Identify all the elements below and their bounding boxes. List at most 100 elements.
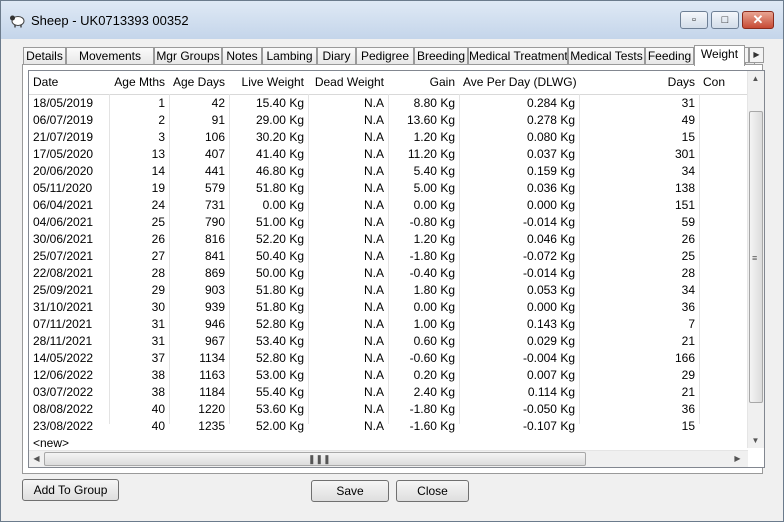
- cell-col-age-mths[interactable]: 14: [109, 163, 169, 180]
- cell-col-date[interactable]: 25/09/2021: [29, 282, 109, 299]
- cell-col-dead-weight[interactable]: N.A: [308, 282, 388, 299]
- header-col-live-weight[interactable]: Live Weight: [229, 71, 308, 94]
- tab-lambing[interactable]: Lambing: [262, 47, 317, 65]
- cell-col-gain[interactable]: 8.80 Kg: [388, 95, 459, 112]
- cell-col-dead-weight[interactable]: N.A: [308, 248, 388, 265]
- cell-col-age-mths[interactable]: 19: [109, 180, 169, 197]
- cell-col-live-weight[interactable]: 51.80 Kg: [229, 299, 308, 316]
- cell-col-ave-per-day[interactable]: 0.080 Kg: [459, 129, 579, 146]
- cell-col-date[interactable]: 22/08/2021: [29, 265, 109, 282]
- cell-col-gain[interactable]: 0.00 Kg: [388, 299, 459, 316]
- cell-col-dead-weight[interactable]: N.A: [308, 214, 388, 231]
- cell-col-age-mths[interactable]: 13: [109, 146, 169, 163]
- cell-col-ave-per-day[interactable]: 0.284 Kg: [459, 95, 579, 112]
- cell-col-date[interactable]: 06/04/2021: [29, 197, 109, 214]
- cell-col-age-days[interactable]: 1184: [169, 384, 229, 401]
- cell-col-dead-weight[interactable]: N.A: [308, 180, 388, 197]
- cell-col-age-mths[interactable]: 26: [109, 231, 169, 248]
- table-row[interactable]: 06/07/2019 2 91 29.00 Kg N.A 13.60 Kg 0.278 Kg…: [29, 112, 749, 129]
- cell-col-days[interactable]: 151: [579, 197, 699, 214]
- cell-col-days[interactable]: 31: [579, 95, 699, 112]
- cell-col-days[interactable]: 26: [579, 231, 699, 248]
- table-row[interactable]: 04/06/2021 25 790 51.00 Kg N.A -0.80 Kg -0.014…: [29, 214, 749, 231]
- table-row[interactable]: 30/06/2021 26 816 52.20 Kg N.A 1.20 Kg 0.046 K…: [29, 231, 749, 248]
- cell-col-days[interactable]: 21: [579, 333, 699, 350]
- cell-col-gain[interactable]: -1.60 Kg: [388, 418, 459, 435]
- cell-col-gain[interactable]: -1.80 Kg: [388, 248, 459, 265]
- cell-col-age-mths[interactable]: 2: [109, 112, 169, 129]
- cell-col-ave-per-day[interactable]: -0.014 Kg: [459, 214, 579, 231]
- maximize-button[interactable]: □: [711, 11, 739, 29]
- table-row[interactable]: 25/07/2021 27 841 50.40 Kg N.A -1.80 Kg -0.072…: [29, 248, 749, 265]
- cell-col-days[interactable]: 15: [579, 129, 699, 146]
- cell-col-live-weight[interactable]: 0.00 Kg: [229, 197, 308, 214]
- cell-col-live-weight[interactable]: 51.80 Kg: [229, 180, 308, 197]
- cell-col-dead-weight[interactable]: N.A: [308, 401, 388, 418]
- cell-col-date[interactable]: 25/07/2021: [29, 248, 109, 265]
- table-row[interactable]: 25/09/2021 29 903 51.80 Kg N.A 1.80 Kg 0.053 K…: [29, 282, 749, 299]
- weight-grid[interactable]: Date Age Mths Age Days Live Weight Dead Weig…: [28, 70, 765, 468]
- table-row[interactable]: 21/07/2019 3 106 30.20 Kg N.A 1.20 Kg 0.080 Kg…: [29, 129, 749, 146]
- cell-col-live-weight[interactable]: 52.80 Kg: [229, 350, 308, 367]
- cell-col-date[interactable]: 08/08/2022: [29, 401, 109, 418]
- table-row[interactable]: 20/06/2020 14 441 46.80 Kg N.A 5.40 Kg 0.159 K…: [29, 163, 749, 180]
- cell-col-age-mths[interactable]: 38: [109, 367, 169, 384]
- tab-mgr-groups[interactable]: Mgr Groups: [154, 47, 222, 65]
- cell-col-days[interactable]: 21: [579, 384, 699, 401]
- tab-feeding[interactable]: Feeding: [645, 47, 694, 65]
- scroll-up-icon[interactable]: ▲: [748, 71, 763, 86]
- cell-col-age-mths[interactable]: 30: [109, 299, 169, 316]
- cell-col-age-mths[interactable]: 24: [109, 197, 169, 214]
- title-bar[interactable]: Sheep - UK0713393 00352 ▫ □ ✕: [1, 1, 783, 39]
- minimize-button[interactable]: ▫: [680, 11, 708, 29]
- header-col-ave-per-day[interactable]: Ave Per Day (DLWG): [459, 71, 579, 94]
- cell-col-date[interactable]: 30/06/2021: [29, 231, 109, 248]
- tab-medical-treatment[interactable]: Medical Treatment: [468, 47, 568, 65]
- cell-col-ave-per-day[interactable]: 0.007 Kg: [459, 367, 579, 384]
- cell-col-age-mths[interactable]: 40: [109, 401, 169, 418]
- cell-col-ave-per-day[interactable]: 0.036 Kg: [459, 180, 579, 197]
- cell-col-days[interactable]: 301: [579, 146, 699, 163]
- cell-col-dead-weight[interactable]: N.A: [308, 299, 388, 316]
- cell-col-age-days[interactable]: 1163: [169, 367, 229, 384]
- cell-col-ave-per-day[interactable]: -0.072 Kg: [459, 248, 579, 265]
- cell-col-age-mths[interactable]: 40: [109, 418, 169, 435]
- cell-col-live-weight[interactable]: 52.00 Kg: [229, 418, 308, 435]
- cell-col-date[interactable]: 07/11/2021: [29, 316, 109, 333]
- cell-col-days[interactable]: 36: [579, 401, 699, 418]
- cell-col-ave-per-day[interactable]: -0.004 Kg: [459, 350, 579, 367]
- cell-col-gain[interactable]: 5.40 Kg: [388, 163, 459, 180]
- cell-col-live-weight[interactable]: 53.60 Kg: [229, 401, 308, 418]
- tab-notes[interactable]: Notes: [222, 47, 262, 65]
- tab-diary[interactable]: Diary: [317, 47, 356, 65]
- cell-col-ave-per-day[interactable]: -0.050 Kg: [459, 401, 579, 418]
- cell-col-age-days[interactable]: 790: [169, 214, 229, 231]
- header-col-date[interactable]: Date: [29, 71, 109, 94]
- cell-col-live-weight[interactable]: 30.20 Kg: [229, 129, 308, 146]
- cell-col-gain[interactable]: 2.40 Kg: [388, 384, 459, 401]
- cell-col-dead-weight[interactable]: N.A: [308, 333, 388, 350]
- cell-col-ave-per-day[interactable]: 0.000 Kg: [459, 299, 579, 316]
- cell-col-date[interactable]: 18/05/2019: [29, 95, 109, 112]
- close-button[interactable]: Close: [396, 480, 469, 502]
- cell-col-ave-per-day[interactable]: 0.046 Kg: [459, 231, 579, 248]
- header-col-days[interactable]: Days: [579, 71, 699, 94]
- cell-col-dead-weight[interactable]: N.A: [308, 95, 388, 112]
- table-row[interactable]: 03/07/2022 38 1184 55.40 Kg N.A 2.40 Kg 0.114 …: [29, 384, 749, 401]
- cell-col-days[interactable]: 34: [579, 282, 699, 299]
- cell-col-ave-per-day[interactable]: 0.143 Kg: [459, 316, 579, 333]
- tab-breeding[interactable]: Breeding: [414, 47, 468, 65]
- cell-col-age-days[interactable]: 441: [169, 163, 229, 180]
- cell-col-dead-weight[interactable]: N.A: [308, 129, 388, 146]
- vertical-scrollbar[interactable]: ▲ ≡ ▼: [747, 71, 764, 448]
- cell-col-days[interactable]: 49: [579, 112, 699, 129]
- cell-col-ave-per-day[interactable]: 0.053 Kg: [459, 282, 579, 299]
- cell-col-dead-weight[interactable]: N.A: [308, 265, 388, 282]
- cell-col-age-mths[interactable]: 31: [109, 333, 169, 350]
- table-row[interactable]: 18/05/2019 1 42 15.40 Kg N.A 8.80 Kg 0.284 Kg 3…: [29, 95, 749, 112]
- cell-col-age-mths[interactable]: 38: [109, 384, 169, 401]
- header-col-age-days[interactable]: Age Days: [169, 71, 229, 94]
- header-col-age-mths[interactable]: Age Mths: [109, 71, 169, 94]
- cell-col-gain[interactable]: -1.80 Kg: [388, 401, 459, 418]
- cell-col-days[interactable]: 34: [579, 163, 699, 180]
